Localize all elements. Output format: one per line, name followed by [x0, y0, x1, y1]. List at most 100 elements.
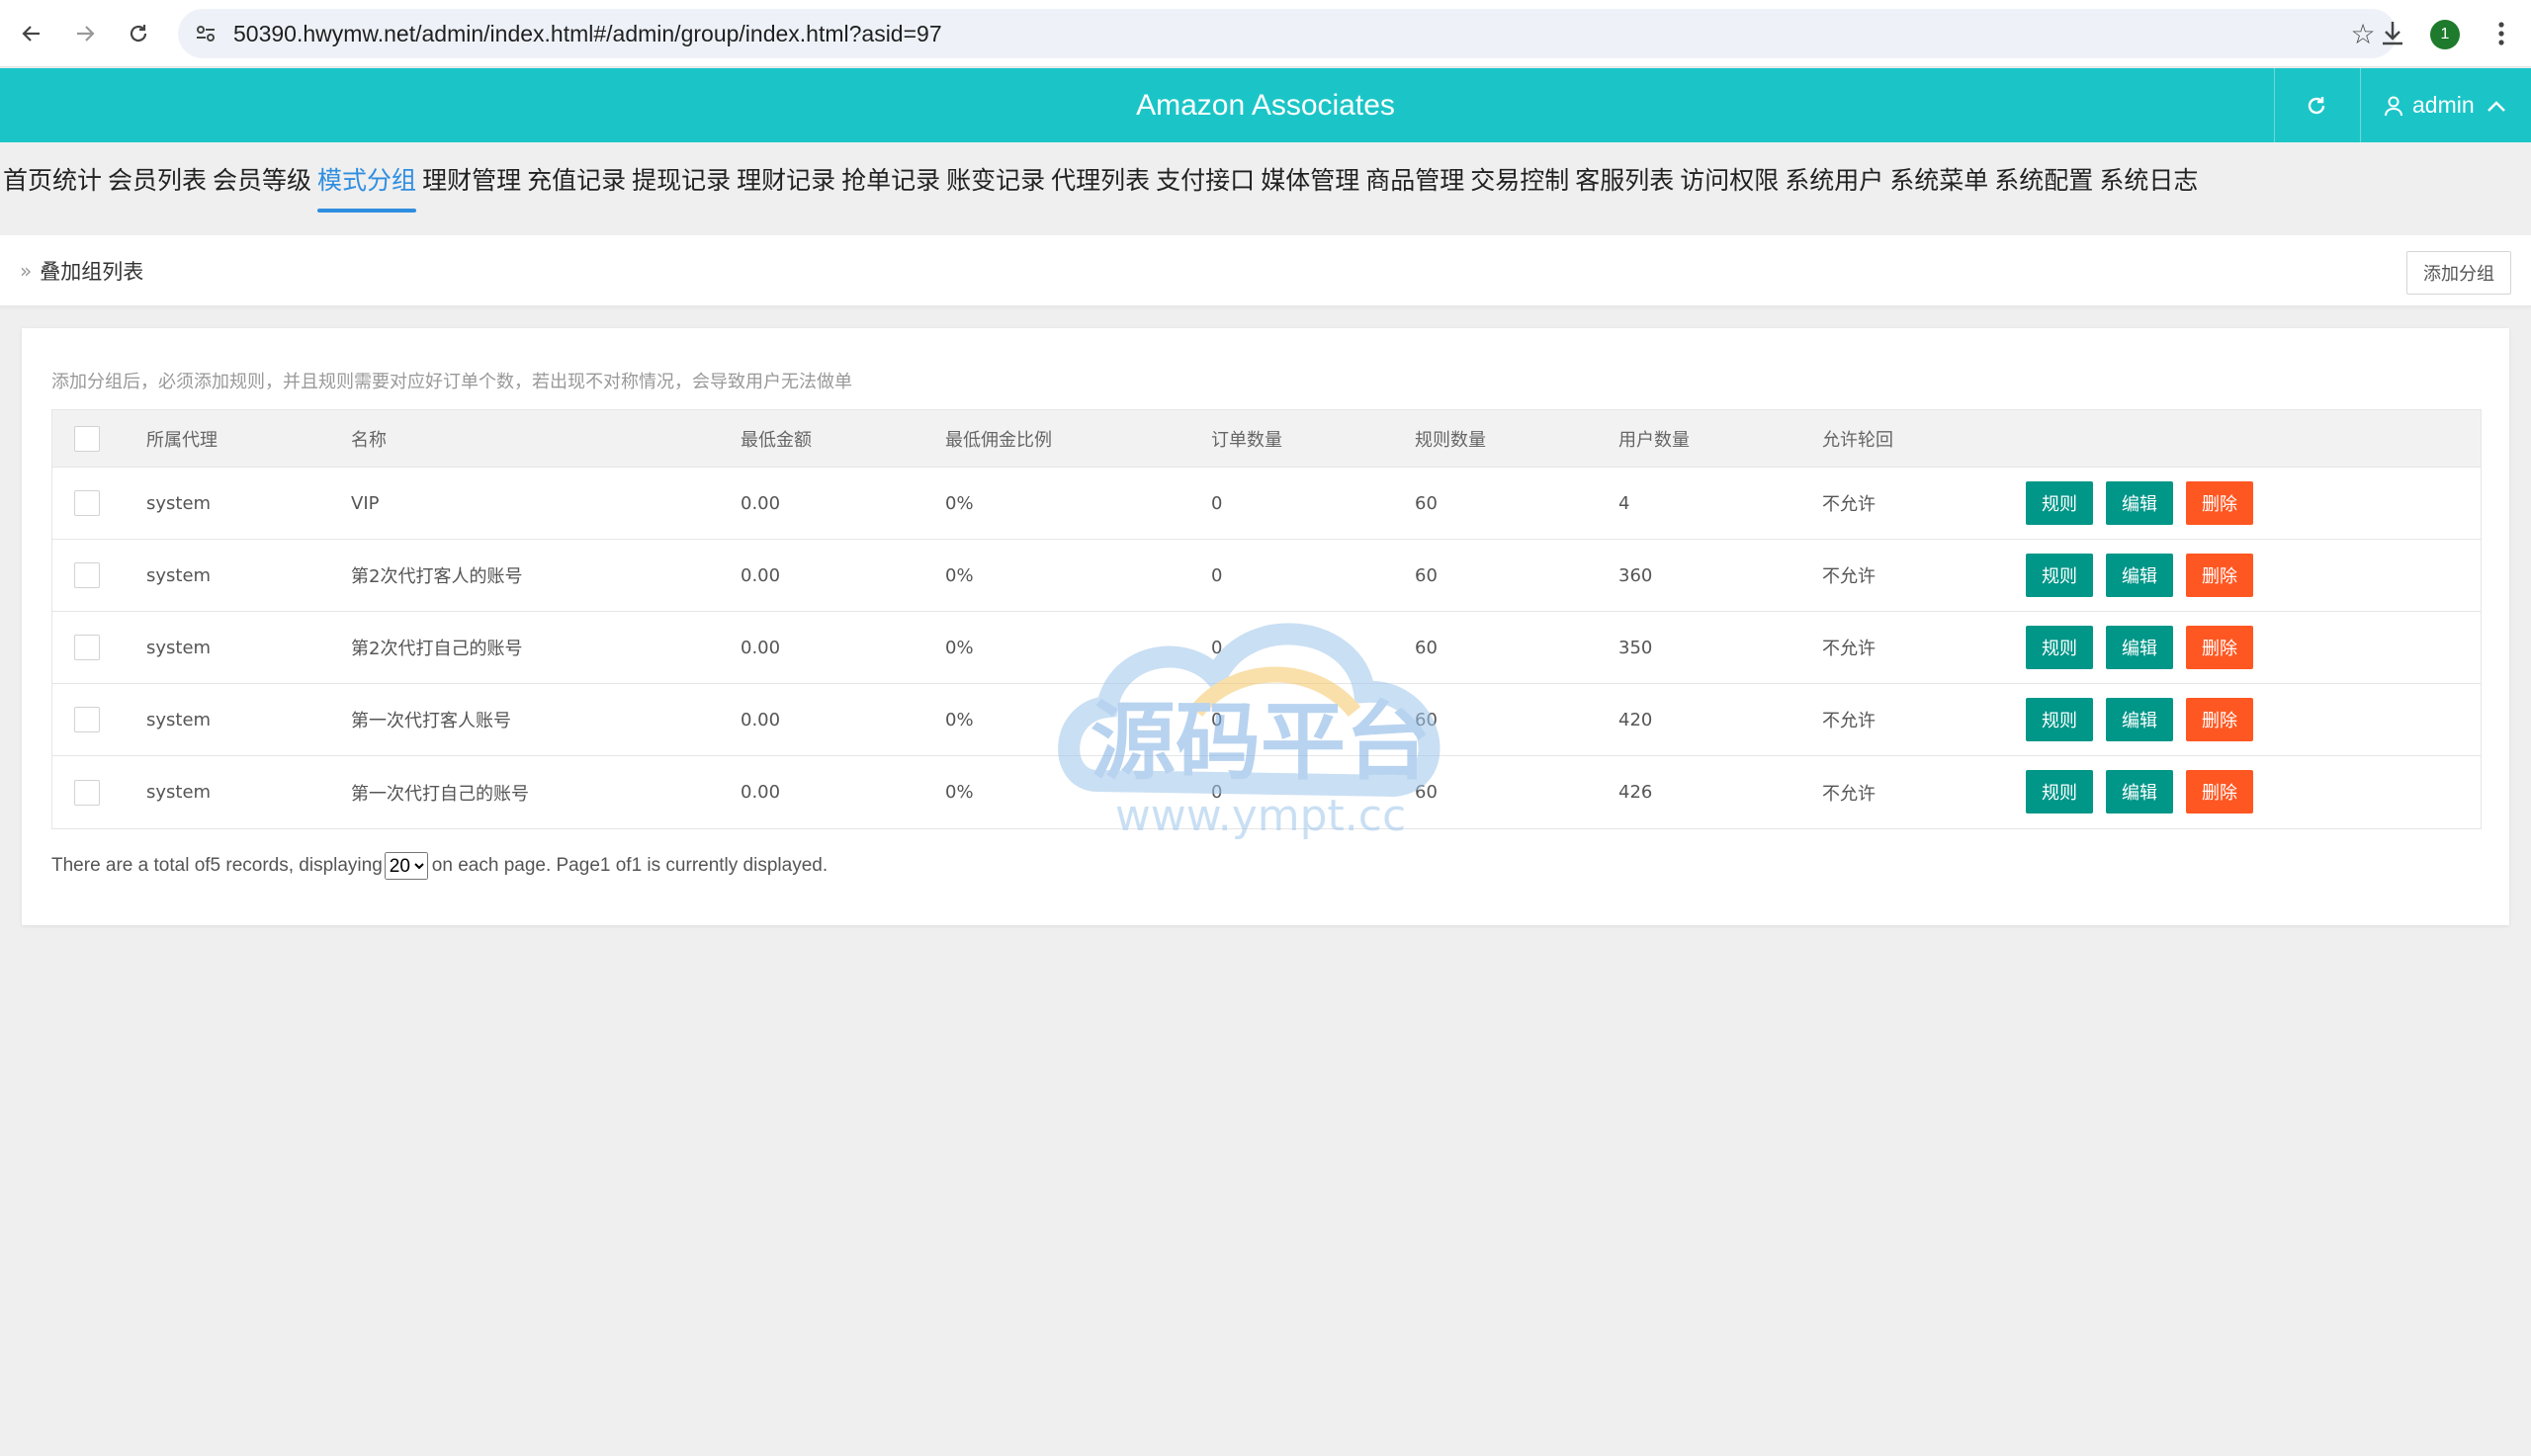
cycle-cell: 不允许	[1822, 494, 1876, 515]
name-cell: 第2次代打客人的账号	[351, 566, 523, 587]
name-cell: 第一次代打客人账号	[351, 711, 511, 731]
delete-button[interactable]: 删除	[2186, 626, 2253, 669]
row-checkbox[interactable]	[74, 707, 100, 732]
user-menu[interactable]: admin	[2383, 68, 2506, 142]
site-settings-icon[interactable]	[192, 20, 219, 47]
row-actions: 规则 编辑 删除	[2026, 626, 2253, 669]
min-rate-cell: 0%	[945, 709, 974, 730]
page-size-select[interactable]: 20	[384, 852, 428, 880]
row-actions: 规则 编辑 删除	[2026, 481, 2253, 525]
header-divider	[2360, 68, 2361, 142]
row-checkbox[interactable]	[74, 779, 100, 806]
url-text: 50390.hwymw.net/admin/index.html#/admin/…	[233, 21, 942, 46]
delete-button[interactable]: 删除	[2186, 698, 2253, 741]
agent-cell: system	[146, 564, 212, 586]
row-actions: 规则 编辑 删除	[2026, 698, 2253, 741]
table-row: system 第2次代打自己的账号 0.00 0% 0 60 350 不允许 规则 编辑 删除	[52, 612, 2481, 684]
menu-item[interactable]: 商品管理	[1362, 148, 1467, 217]
menu-item[interactable]: 交易控制	[1467, 148, 1572, 217]
cycle-cell: 不允许	[1822, 783, 1876, 805]
rule-button[interactable]: 规则	[2026, 481, 2093, 525]
menu-item[interactable]: 会员等级	[210, 148, 314, 217]
browser-toolbar: 50390.hwymw.net/admin/index.html#/admin/…	[0, 0, 2531, 67]
header-rules: 规则数量	[1415, 429, 1486, 451]
download-icon[interactable]	[2373, 14, 2412, 57]
menu-item[interactable]: 系统日志	[2096, 148, 2201, 217]
delete-button[interactable]: 删除	[2186, 554, 2253, 597]
header-name: 名称	[351, 429, 387, 451]
min-amount-cell: 0.00	[741, 709, 781, 730]
cycle-cell: 不允许	[1822, 639, 1876, 659]
reload-icon[interactable]	[119, 14, 158, 53]
menu-item[interactable]: 提现记录	[629, 148, 734, 217]
menu-item[interactable]: 系统配置	[1991, 148, 2096, 217]
header-cycle: 允许轮回	[1822, 429, 1893, 451]
rule-button[interactable]: 规则	[2026, 770, 2093, 814]
name-cell: 第一次代打自己的账号	[351, 783, 529, 805]
row-checkbox[interactable]	[74, 562, 100, 588]
delete-button[interactable]: 删除	[2186, 770, 2253, 814]
header-min-rate: 最低佣金比例	[945, 429, 1052, 451]
agent-cell: system	[146, 492, 212, 514]
browser-menu-icon[interactable]	[2482, 14, 2521, 57]
menu-item[interactable]: 支付接口	[1153, 148, 1258, 217]
menu-item[interactable]: 充值记录	[524, 148, 629, 217]
min-amount-cell: 0.00	[741, 492, 781, 514]
header-min-amount: 最低金额	[741, 429, 812, 451]
menu-item[interactable]: 代理列表	[1048, 148, 1153, 217]
forward-icon[interactable]	[65, 14, 105, 53]
back-icon[interactable]	[12, 14, 51, 53]
menu-item[interactable]: 理财记录	[734, 148, 838, 217]
menu-item[interactable]: 系统用户	[1782, 148, 1886, 217]
edit-button[interactable]: 编辑	[2106, 554, 2173, 597]
menu-item[interactable]: 会员列表	[105, 148, 210, 217]
pager-prefix: There are a total of5 records, displayin…	[51, 855, 383, 876]
header-orders: 订单数量	[1211, 429, 1282, 451]
breadcrumb: » 叠加组列表	[20, 235, 143, 306]
menu-item[interactable]: 系统菜单	[1886, 148, 1991, 217]
delete-button[interactable]: 删除	[2186, 481, 2253, 525]
agent-cell: system	[146, 709, 212, 730]
edit-button[interactable]: 编辑	[2106, 626, 2173, 669]
row-actions: 规则 编辑 删除	[2026, 770, 2253, 814]
header-users: 用户数量	[1618, 429, 1690, 451]
notice-text: 添加分组后，必须添加规则，并且规则需要对应好订单个数，若出现不对称情况，会导致用…	[51, 372, 852, 392]
row-checkbox[interactable]	[74, 635, 100, 660]
rule-button[interactable]: 规则	[2026, 626, 2093, 669]
agent-cell: system	[146, 637, 212, 658]
pager-suffix: on each page. Page1 of1 is currently dis…	[431, 855, 829, 876]
menu-item[interactable]: 理财管理	[419, 148, 524, 217]
name-cell: VIP	[351, 492, 380, 514]
edit-button[interactable]: 编辑	[2106, 770, 2173, 814]
menu-item[interactable]: 客服列表	[1572, 148, 1677, 217]
min-amount-cell: 0.00	[741, 637, 781, 658]
edit-button[interactable]: 编辑	[2106, 698, 2173, 741]
breadcrumb-bar: » 叠加组列表 添加分组	[0, 235, 2531, 306]
menu-item[interactable]: 访问权限	[1677, 148, 1782, 217]
menu-item[interactable]: 首页统计	[0, 148, 105, 217]
rule-button[interactable]: 规则	[2026, 554, 2093, 597]
menu-item[interactable]: 媒体管理	[1258, 148, 1362, 217]
rules-cell: 60	[1415, 564, 1438, 586]
menu-item[interactable]: 模式分组	[314, 148, 419, 217]
table-row: system 第2次代打客人的账号 0.00 0% 0 60 360 不允许 规则 编辑 删除	[52, 540, 2481, 612]
profile-avatar[interactable]: 1	[2430, 20, 2460, 49]
rules-cell: 60	[1415, 709, 1438, 730]
orders-cell: 0	[1211, 492, 1223, 514]
table-row: system 第一次代打客人账号 0.00 0% 0 60 420 不允许 规则 编辑 删除	[52, 684, 2481, 756]
cycle-cell: 不允许	[1822, 711, 1876, 731]
add-group-button[interactable]: 添加分组	[2406, 251, 2511, 295]
rules-cell: 60	[1415, 637, 1438, 658]
double-chevron-right-icon: »	[20, 259, 33, 283]
select-all-checkbox[interactable]	[74, 425, 100, 452]
edit-button[interactable]: 编辑	[2106, 481, 2173, 525]
page-title: 叠加组列表	[40, 260, 144, 284]
menu-item[interactable]: 抢单记录	[838, 148, 943, 217]
app-title: Amazon Associates	[1136, 89, 1395, 122]
menu-item[interactable]: 账变记录	[943, 148, 1048, 217]
refresh-icon[interactable]	[2300, 90, 2333, 122]
address-bar[interactable]: 50390.hwymw.net/admin/index.html#/admin/…	[178, 9, 2397, 58]
rule-button[interactable]: 规则	[2026, 698, 2093, 741]
chevron-up-icon	[2487, 100, 2505, 112]
row-checkbox[interactable]	[74, 490, 100, 516]
